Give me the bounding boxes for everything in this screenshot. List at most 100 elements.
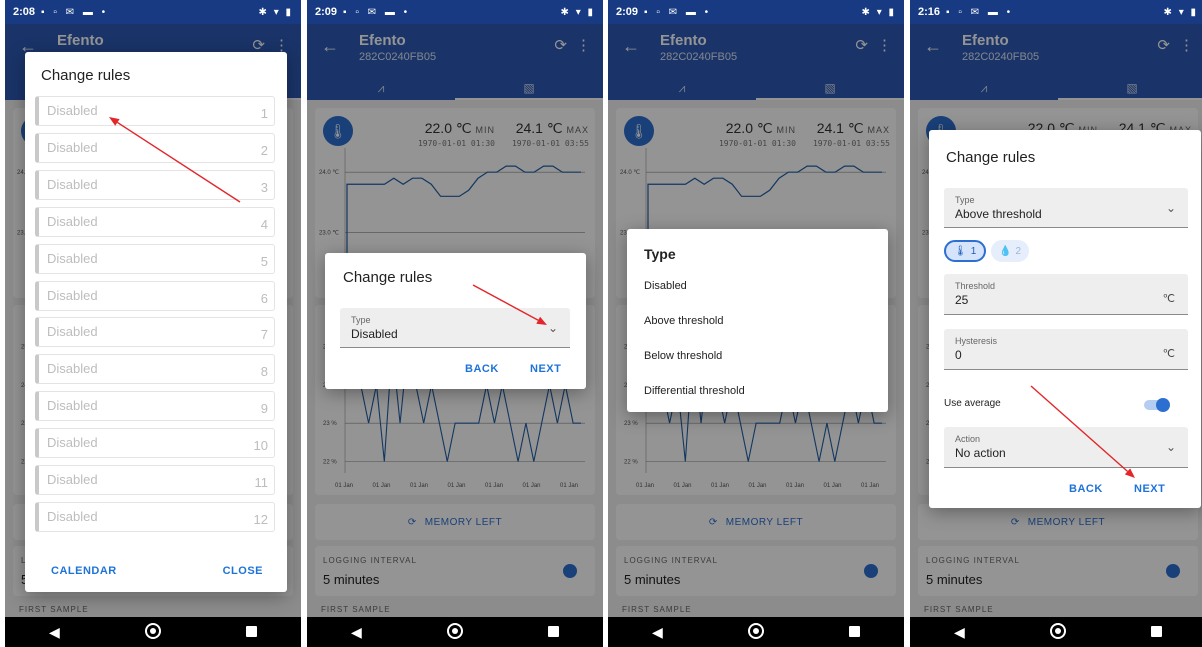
next-button[interactable]: NEXT xyxy=(530,363,561,375)
threshold-unit: ℃ xyxy=(1162,293,1175,305)
rule-number: 9 xyxy=(260,401,268,417)
rule-type-label: Disabled xyxy=(47,324,98,340)
type-label: Type xyxy=(955,195,975,205)
nav-back-icon[interactable]: ◀ xyxy=(34,624,74,641)
chevron-down-icon: ⌄ xyxy=(1165,201,1176,215)
nav-recents-icon[interactable] xyxy=(548,626,560,637)
dialog-title: Change rules xyxy=(41,67,131,84)
type-option[interactable]: Disabled xyxy=(644,280,687,292)
hysteresis-value: 0 xyxy=(955,348,962,362)
rule-type-label: Disabled xyxy=(47,287,98,303)
rule-row-12[interactable]: Disabled 12 xyxy=(35,501,275,532)
type-dropdown[interactable]: Type Disabled ⌄ xyxy=(340,308,570,348)
rule-row-4[interactable]: Disabled 4 xyxy=(35,206,275,237)
chip-channel-number: 2 xyxy=(1015,245,1022,257)
calendar-button[interactable]: CALENDAR xyxy=(51,565,117,577)
temperature-channel-chip[interactable]: 🌡 1 xyxy=(944,240,987,262)
rule-type-label: Disabled xyxy=(47,472,98,487)
use-average-toggle-knob xyxy=(1156,398,1170,412)
humidity-channel-chip[interactable]: 💧 2 xyxy=(991,240,1030,262)
notification-icons: ▪ ▫ ✉ ▬ • xyxy=(644,6,712,18)
threshold-value: 25 xyxy=(955,293,969,307)
nav-home-icon[interactable] xyxy=(747,622,764,639)
type-dropdown[interactable]: Type Above threshold ⌄ xyxy=(944,188,1188,228)
thermometer-icon: 🌡 xyxy=(954,245,967,257)
rule-type-label: Disabled xyxy=(47,176,98,192)
type-value: Above threshold xyxy=(955,207,1042,221)
type-option[interactable]: Below threshold xyxy=(644,350,722,362)
rule-row-2[interactable]: Disabled 2 xyxy=(35,132,275,163)
system-status-icons: ✱ ▾ ▮ xyxy=(560,6,595,18)
rule-row-6[interactable]: Disabled 6 xyxy=(35,280,275,311)
nav-recents-icon[interactable] xyxy=(246,626,258,637)
android-nav-bar: ◀ xyxy=(5,617,301,647)
nav-home-icon[interactable] xyxy=(446,622,463,639)
action-label: Action xyxy=(955,434,981,444)
rule-type-label: Disabled xyxy=(47,250,98,266)
rule-row-7[interactable]: Disabled 7 xyxy=(35,317,275,348)
rule-row-5[interactable]: Disabled 5 xyxy=(35,243,275,274)
next-button[interactable]: NEXT xyxy=(1134,483,1165,495)
notification-icons: ▪ ▫ ✉ ▬ • xyxy=(41,6,109,18)
status-bar: 2:08 ▪ ▫ ✉ ▬ • ✱ ▾ ▮ xyxy=(5,0,301,24)
type-option[interactable]: Above threshold xyxy=(644,315,724,327)
screenshot-collage: 2:08 ▪ ▫ ✉ ▬ • ✱ ▾ ▮ ← Efento 282C0240FB… xyxy=(0,0,1202,647)
status-bar: 2:16 ▪ ▫ ✉ ▬ • ✱ ▾ ▮ xyxy=(910,0,1202,24)
type-option[interactable]: Differential threshold xyxy=(644,385,745,397)
rule-number: 5 xyxy=(260,253,268,269)
rule-row-10[interactable]: Disabled 10 xyxy=(35,428,275,459)
type-label: Type xyxy=(351,315,371,325)
nav-back-icon[interactable]: ◀ xyxy=(336,624,376,641)
rule-type-label: Disabled xyxy=(47,139,98,155)
phone-screen-2: 2:09 ▪ ▫ ✉ ▬ • ✱ ▾ ▮ ← Efento 282C0240FB… xyxy=(307,0,603,647)
rule-number: 8 xyxy=(260,364,268,380)
rule-row-9[interactable]: Disabled 9 xyxy=(35,391,275,422)
hysteresis-unit: ℃ xyxy=(1162,348,1175,360)
nav-home-icon[interactable] xyxy=(144,622,161,639)
status-time: 2:08 xyxy=(13,6,36,18)
rule-number: 10 xyxy=(253,438,268,454)
rule-number: 3 xyxy=(260,179,268,195)
use-average-label: Use average xyxy=(944,398,1001,409)
rule-type-label: Disabled xyxy=(47,103,98,118)
rule-type-label: Disabled xyxy=(47,213,98,229)
android-nav-bar: ◀ xyxy=(307,617,603,647)
action-dropdown[interactable]: Action No action ⌄ xyxy=(944,427,1188,468)
nav-back-icon[interactable]: ◀ xyxy=(637,624,677,641)
nav-back-icon[interactable]: ◀ xyxy=(939,624,979,641)
hysteresis-label: Hysteresis xyxy=(955,336,998,346)
notification-icons: ▪ ▫ ✉ ▬ • xyxy=(343,6,411,18)
rule-number: 7 xyxy=(260,327,268,343)
nav-home-icon[interactable] xyxy=(1049,622,1066,639)
back-button[interactable]: BACK xyxy=(1069,483,1103,495)
rule-number: 11 xyxy=(254,475,269,490)
dialog-title: Change rules xyxy=(343,269,433,286)
rule-number: 4 xyxy=(260,216,268,232)
back-button[interactable]: BACK xyxy=(465,363,499,375)
chevron-down-icon: ⌄ xyxy=(1165,440,1176,454)
close-button[interactable]: CLOSE xyxy=(223,565,263,577)
phone-screen-3: 2:09 ▪ ▫ ✉ ▬ • ✱ ▾ ▮ ← Efento 282C0240FB… xyxy=(608,0,904,647)
system-status-icons: ✱ ▾ ▮ xyxy=(1163,6,1198,18)
nav-recents-icon[interactable] xyxy=(849,626,861,637)
change-rules-dialog: Change rules Type Above threshold ⌄ 🌡 1 💧 2 Thre… xyxy=(929,130,1201,508)
threshold-field[interactable]: Threshold 25 ℃ xyxy=(944,274,1188,315)
chip-channel-number: 1 xyxy=(970,245,977,257)
status-time: 2:09 xyxy=(315,6,338,18)
status-bar: 2:09 ▪ ▫ ✉ ▬ • ✱ ▾ ▮ xyxy=(608,0,904,24)
dialog-title: Change rules xyxy=(946,149,1036,166)
phone-screen-4: 2:16 ▪ ▫ ✉ ▬ • ✱ ▾ ▮ ← Efento 282C0240FB… xyxy=(910,0,1202,647)
android-nav-bar: ◀ xyxy=(910,617,1202,647)
picker-title: Type xyxy=(644,246,676,262)
system-status-icons: ✱ ▾ ▮ xyxy=(258,6,293,18)
rule-row-3[interactable]: Disabled 3 xyxy=(35,169,275,200)
threshold-label: Threshold xyxy=(955,281,996,291)
type-value: Disabled xyxy=(351,327,398,341)
hysteresis-field[interactable]: Hysteresis 0 ℃ xyxy=(944,329,1188,370)
nav-recents-icon[interactable] xyxy=(1151,626,1163,637)
rule-row-11[interactable]: Disabled 11 xyxy=(35,465,275,495)
rule-row-8[interactable]: Disabled 8 xyxy=(35,354,275,385)
system-status-icons: ✱ ▾ ▮ xyxy=(861,6,896,18)
rule-number: 12 xyxy=(253,511,268,527)
rule-row-1[interactable]: Disabled 1 xyxy=(35,96,275,126)
